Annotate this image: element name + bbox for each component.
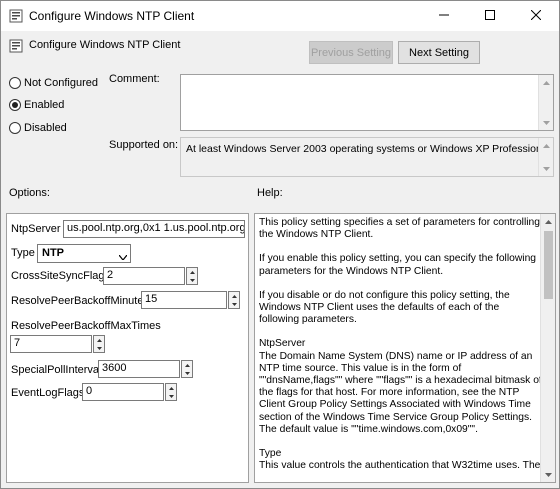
cross-site-spinner[interactable] (186, 267, 198, 285)
scroll-thumb[interactable] (544, 231, 553, 299)
resolve-max-input[interactable]: 7 (10, 335, 92, 353)
radio-label: Disabled (24, 122, 67, 134)
resolve-minutes-input[interactable]: 15 (141, 291, 227, 309)
dialog-window: Configure Windows NTP Client Configure W… (0, 0, 560, 489)
resolve-max-spinner[interactable] (93, 335, 105, 353)
special-poll-spinner[interactable] (181, 360, 193, 378)
policy-icon (9, 39, 23, 53)
scroll-down-icon[interactable] (541, 467, 555, 482)
spin-down-icon[interactable] (187, 276, 197, 284)
help-paragraph: If you enable this policy setting, you c… (259, 253, 537, 277)
supported-on-value: At least Windows Server 2003 operating s… (186, 143, 550, 155)
comment-label: Comment: (109, 73, 160, 85)
chevron-down-icon (118, 251, 128, 263)
title-bar: Configure Windows NTP Client (1, 1, 559, 31)
radio-label: Enabled (24, 99, 65, 111)
help-text: This policy setting specifies a set of p… (259, 217, 542, 482)
help-panel: This policy setting specifies a set of p… (254, 213, 556, 483)
special-poll-input[interactable]: 3600 (98, 360, 180, 378)
special-poll-label: SpecialPollInterval (11, 364, 102, 376)
ntp-server-label: NtpServer (11, 223, 61, 235)
event-log-spinner[interactable] (165, 383, 177, 401)
close-icon (530, 9, 542, 23)
spin-up-icon[interactable] (187, 268, 197, 276)
help-heading: NtpServer (259, 338, 306, 350)
help-paragraph: This value controls the authentication t… (259, 460, 541, 472)
scroll-up-icon[interactable] (539, 138, 554, 153)
spin-down-icon[interactable] (229, 300, 239, 308)
radio-not-configured[interactable]: Not Configured (9, 77, 98, 89)
event-log-label: EventLogFlags (11, 387, 85, 399)
scroll-up-icon[interactable] (541, 214, 555, 229)
options-label: Options: (9, 187, 50, 199)
previous-setting-button[interactable]: Previous Setting (309, 41, 393, 64)
spin-down-icon[interactable] (182, 369, 192, 377)
supported-on-box: At least Windows Server 2003 operating s… (180, 137, 554, 177)
help-label: Help: (257, 187, 283, 199)
scroll-down-icon[interactable] (539, 161, 554, 176)
maximize-button[interactable] (467, 1, 513, 31)
event-log-input[interactable]: 0 (82, 383, 164, 401)
maximize-icon (485, 9, 495, 23)
window-title: Configure Windows NTP Client (29, 9, 195, 23)
scroll-down-icon[interactable] (539, 115, 554, 130)
supported-on-label: Supported on: (109, 139, 179, 151)
radio-circle[interactable] (9, 99, 21, 111)
spin-up-icon[interactable] (166, 384, 176, 392)
supported-scrollbar[interactable] (538, 138, 553, 176)
type-select[interactable]: NTP (37, 244, 131, 263)
radio-disabled[interactable]: Disabled (9, 122, 67, 134)
spin-up-icon[interactable] (229, 292, 239, 300)
radio-enabled[interactable]: Enabled (9, 99, 64, 111)
help-paragraph: If you disable or do not configure this … (259, 289, 510, 326)
help-heading: Type (259, 448, 282, 460)
close-button[interactable] (513, 1, 559, 31)
cross-site-input[interactable]: 2 (103, 267, 185, 285)
resolve-minutes-label: ResolvePeerBackoffMinutes (11, 295, 149, 307)
spin-up-icon[interactable] (94, 336, 104, 344)
policy-title: Configure Windows NTP Client (29, 39, 181, 51)
help-scrollbar[interactable] (540, 214, 555, 482)
options-panel: NtpServer us.pool.ntp.org,0x1 1.us.pool.… (6, 213, 249, 483)
help-paragraph: The Domain Name System (DNS) name or IP … (259, 350, 542, 435)
spin-up-icon[interactable] (182, 361, 192, 369)
spin-down-icon[interactable] (94, 344, 104, 352)
next-setting-button[interactable]: Next Setting (398, 41, 480, 64)
resolve-minutes-spinner[interactable] (228, 291, 240, 309)
ntp-server-input[interactable]: us.pool.ntp.org,0x1 1.us.pool.ntp.org,0x… (63, 220, 245, 238)
scroll-up-icon[interactable] (539, 75, 554, 90)
help-paragraph: This policy setting specifies a set of p… (259, 217, 541, 241)
cross-site-label: CrossSiteSyncFlags (11, 270, 111, 282)
type-value: NTP (42, 247, 64, 259)
radio-circle[interactable] (9, 77, 21, 89)
comment-scrollbar[interactable] (538, 75, 553, 130)
comment-textarea[interactable] (180, 74, 554, 131)
policy-icon (9, 9, 23, 23)
resolve-max-label: ResolvePeerBackoffMaxTimes (11, 320, 161, 332)
radio-label: Not Configured (24, 77, 98, 89)
radio-circle[interactable] (9, 122, 21, 134)
type-label: Type (11, 247, 35, 259)
spin-down-icon[interactable] (166, 392, 176, 400)
minimize-button[interactable] (421, 1, 467, 31)
minimize-icon (439, 10, 449, 23)
